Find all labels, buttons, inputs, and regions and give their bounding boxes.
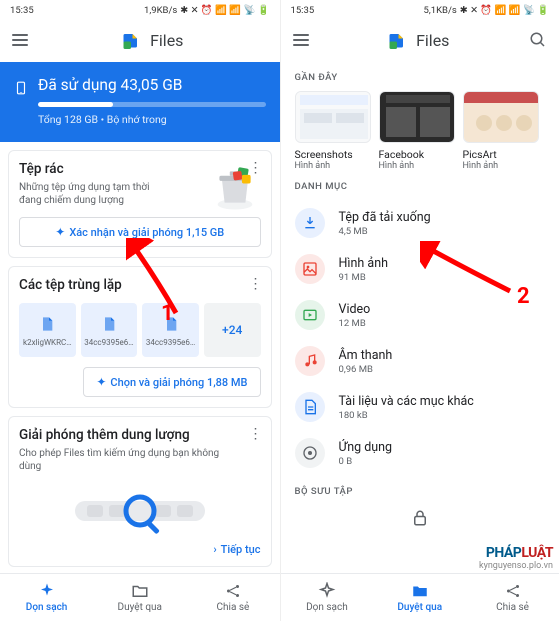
- collection-label: BỘ SƯU TẬP: [281, 476, 559, 505]
- dup-title: Các tệp trùng lặp: [19, 277, 261, 293]
- select-free-button[interactable]: ✦ Chọn và giải phóng 1,88 MB: [83, 367, 260, 397]
- dup-file-item[interactable]: 34cc9395e6…: [81, 303, 138, 357]
- folder-icon: [131, 582, 149, 600]
- lock-icon[interactable]: [411, 509, 429, 527]
- app-bar: Files: [281, 18, 559, 62]
- phone-icon: [14, 81, 28, 95]
- file-icon: [163, 314, 179, 334]
- share-icon: [224, 582, 242, 600]
- menu-icon[interactable]: [293, 34, 309, 46]
- nav-clean[interactable]: Dọn sạch: [281, 574, 374, 621]
- app-title: Files: [150, 31, 183, 50]
- free-sub: Cho phép Files tìm kiếm ứng dụng bạn khô…: [19, 447, 239, 473]
- recent-thumb: [463, 91, 539, 143]
- nav-clean[interactable]: Dọn sạch: [0, 574, 93, 621]
- storage-total: Tổng 128 GB • Bộ nhớ trong: [38, 113, 266, 126]
- search-icon[interactable]: [529, 31, 547, 49]
- free-title: Giải phóng thêm dung lượng: [19, 427, 261, 443]
- recent-thumb: [379, 91, 455, 143]
- download-icon: [302, 215, 318, 231]
- files-logo-icon: [388, 31, 406, 49]
- bottom-nav: Dọn sạch Duyệt qua Chia sẻ: [281, 573, 559, 621]
- cat-apps[interactable]: Ứng dụng0 B: [281, 430, 559, 476]
- cat-docs[interactable]: Tài liệu và các mục khác180 kB: [281, 384, 559, 430]
- storage-used: Đã sử dụng 43,05 GB: [38, 76, 266, 94]
- menu-icon[interactable]: [12, 34, 28, 46]
- app-title: Files: [416, 31, 449, 50]
- nav-browse[interactable]: Duyệt qua: [373, 574, 466, 621]
- sparkle-icon: [318, 582, 336, 600]
- more-icon[interactable]: ⋮: [249, 161, 263, 175]
- dup-files-row: k2xligWKRC… 34cc9395e6… 34cc9395e6… +24: [19, 303, 261, 357]
- sparkle-icon: ✦: [96, 375, 106, 389]
- recent-label: GẦN ĐÂY: [281, 62, 559, 91]
- status-bar: 15:35 5,1KB/s ✱ ✕ ⏰ 📶 📶 📡 🔋: [281, 0, 559, 18]
- document-icon: [302, 399, 318, 415]
- status-icons-right: 1,9KB/s ✱ ✕ ⏰ 📶 📶 📡 🔋: [144, 5, 269, 16]
- duplicates-card: Các tệp trùng lặp ⋮ k2xligWKRC… 34cc9395…: [8, 266, 272, 408]
- status-bar: 15:35 1,9KB/s ✱ ✕ ⏰ 📶 📶 📡 🔋: [0, 0, 280, 18]
- app-bar: Files: [0, 18, 280, 62]
- categories-label: DANH MỤC: [281, 171, 559, 200]
- cat-downloads[interactable]: Tệp đã tải xuống4,5 MB: [281, 200, 559, 246]
- status-time: 15:35: [291, 5, 315, 16]
- nav-browse[interactable]: Duyệt qua: [93, 574, 186, 621]
- file-icon: [39, 314, 55, 334]
- more-icon[interactable]: ⋮: [249, 427, 263, 441]
- free-space-card: Giải phóng thêm dung lượng Cho phép File…: [8, 416, 272, 567]
- sparkle-icon: ✦: [55, 225, 65, 239]
- continue-button[interactable]: ›Tiếp tục: [19, 543, 261, 556]
- magnifier-illustration-icon: [19, 487, 261, 535]
- apps-icon: [302, 445, 318, 461]
- more-icon[interactable]: ⋮: [249, 277, 263, 291]
- status-speed: 1,9KB/s: [144, 5, 177, 16]
- share-icon: [504, 582, 522, 600]
- storage-progress: [38, 102, 266, 107]
- status-icons-right: 5,1KB/s ✱ ✕ ⏰ 📶 📶 📡 🔋: [424, 5, 549, 16]
- recent-item-picsart[interactable]: PicsArt Hình ảnh: [463, 91, 539, 171]
- dup-more-item[interactable]: +24: [204, 303, 261, 357]
- nav-share[interactable]: Chia sẻ: [186, 574, 279, 621]
- video-icon: [302, 307, 318, 323]
- recent-thumb: [295, 91, 371, 143]
- status-speed: 5,1KB/s: [424, 5, 457, 16]
- cat-audio[interactable]: Âm thanh0,96 MB: [281, 338, 559, 384]
- recent-item-screenshots[interactable]: Screenshots Hình ảnh: [295, 91, 371, 171]
- cat-images[interactable]: Hình ảnh91 MB: [281, 246, 559, 292]
- file-icon: [101, 314, 117, 334]
- status-time: 15:35: [10, 5, 34, 16]
- storage-card[interactable]: Đã sử dụng 43,05 GB Tổng 128 GB • Bộ nhớ…: [0, 62, 280, 142]
- cat-video[interactable]: Video12 MB: [281, 292, 559, 338]
- phone-browse-screen: 15:35 5,1KB/s ✱ ✕ ⏰ 📶 📶 📡 🔋 Files GẦN ĐÂ…: [280, 0, 559, 621]
- confirm-free-button[interactable]: ✦ Xác nhận và giải phóng 1,15 GB: [19, 217, 261, 247]
- recent-item-facebook[interactable]: Facebook Hình ảnh: [379, 91, 455, 171]
- folder-icon: [411, 582, 429, 600]
- bottom-nav: Dọn sạch Duyệt qua Chia sẻ: [0, 573, 280, 621]
- dup-file-item[interactable]: 34cc9395e6…: [142, 303, 199, 357]
- audio-icon: [302, 353, 318, 369]
- trash-sub: Những tệp ứng dụng tạm thời đang chiếm d…: [19, 181, 169, 207]
- dup-file-item[interactable]: k2xligWKRC…: [19, 303, 76, 357]
- sparkle-icon: [38, 582, 56, 600]
- recent-row: Screenshots Hình ảnh Facebook Hình ảnh P…: [281, 91, 559, 171]
- nav-share[interactable]: Chia sẻ: [466, 574, 559, 621]
- trash-card: Tệp rác Những tệp ứng dụng tạm thời đang…: [8, 150, 272, 258]
- files-logo-icon: [122, 31, 140, 49]
- phone-clean-screen: 15:35 1,9KB/s ✱ ✕ ⏰ 📶 📶 📡 🔋 Files Đã sử …: [0, 0, 280, 621]
- image-icon: [302, 261, 318, 277]
